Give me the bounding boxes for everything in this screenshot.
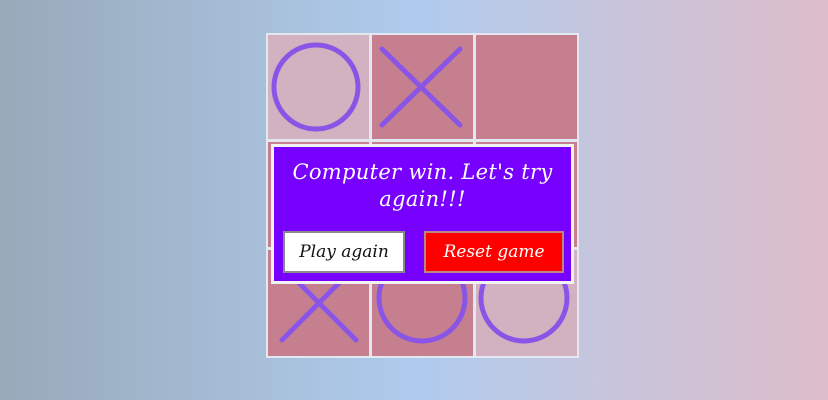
reset-game-button[interactable]: Reset game xyxy=(424,231,564,273)
play-again-button[interactable]: Play again xyxy=(283,231,405,273)
o-mark-icon xyxy=(271,42,361,132)
x-mark-icon xyxy=(379,46,463,128)
board-cell-1[interactable] xyxy=(268,35,369,139)
result-message: Computer win. Let's try again!!! xyxy=(292,160,553,211)
game-over-dialog: Computer win. Let's try again!!! Play ag… xyxy=(271,144,574,284)
board-cell-2[interactable] xyxy=(372,35,473,139)
board-cell-3[interactable] xyxy=(476,35,577,139)
